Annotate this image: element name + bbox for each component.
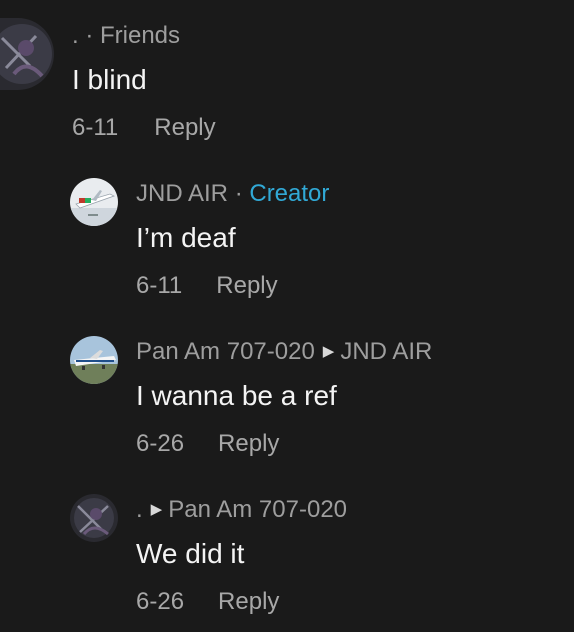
reply-to-username[interactable]: Pan Am 707-020 <box>168 496 347 523</box>
reply-item: JND AIR · Creator I’m deaf 6-11 Reply <box>0 170 574 320</box>
comment-item: . · Friends I blind 6-11 Reply <box>0 0 574 160</box>
comment-date: 6-11 <box>136 272 183 299</box>
comment-date: 6-26 <box>136 430 185 457</box>
comment-username[interactable]: . <box>136 496 143 523</box>
user-avatar[interactable] <box>70 178 118 226</box>
comment-meta: 6-26 Reply <box>136 588 279 616</box>
reply-arrow-icon: ▶ <box>322 343 335 360</box>
comment-header: . ▶ Pan Am 707-020 <box>136 496 347 524</box>
comment-text: I wanna be a ref <box>136 380 337 411</box>
comment-meta: 6-11 Reply <box>72 114 216 142</box>
creator-badge: Creator <box>249 180 330 207</box>
comment-header: JND AIR · Creator <box>136 180 329 208</box>
reply-button[interactable]: Reply <box>218 588 279 616</box>
comment-username[interactable]: . · Friends <box>72 22 180 50</box>
reply-button[interactable]: Reply <box>216 272 277 300</box>
comment-username[interactable]: JND AIR <box>136 180 228 207</box>
comment-text: We did it <box>136 538 245 569</box>
reply-button[interactable]: Reply <box>218 430 279 458</box>
user-avatar[interactable] <box>70 494 118 542</box>
comment-text: I’m deaf <box>136 222 236 253</box>
comment-text: I blind <box>72 64 147 95</box>
user-avatar[interactable] <box>0 18 54 90</box>
reply-item: . ▶ Pan Am 707-020 We did it 6-26 Reply <box>0 486 574 632</box>
header-separator: · <box>234 180 243 207</box>
reply-arrow-icon: ▶ <box>150 501 163 518</box>
user-avatar[interactable] <box>70 336 118 384</box>
reply-to-username[interactable]: JND AIR <box>340 338 432 365</box>
comment-header: Pan Am 707-020 ▶ JND AIR <box>136 338 432 366</box>
comment-date: 6-11 <box>72 114 119 141</box>
comment-username[interactable]: Pan Am 707-020 <box>136 338 315 365</box>
comment-meta: 6-11 Reply <box>136 272 278 300</box>
comment-date: 6-26 <box>136 588 185 615</box>
reply-item: Pan Am 707-020 ▶ JND AIR I wanna be a ref … <box>0 328 574 478</box>
reply-button[interactable]: Reply <box>154 114 215 142</box>
comment-meta: 6-26 Reply <box>136 430 279 458</box>
comment-thread: . · Friends I blind 6-11 Reply JND AIR · … <box>0 0 574 632</box>
